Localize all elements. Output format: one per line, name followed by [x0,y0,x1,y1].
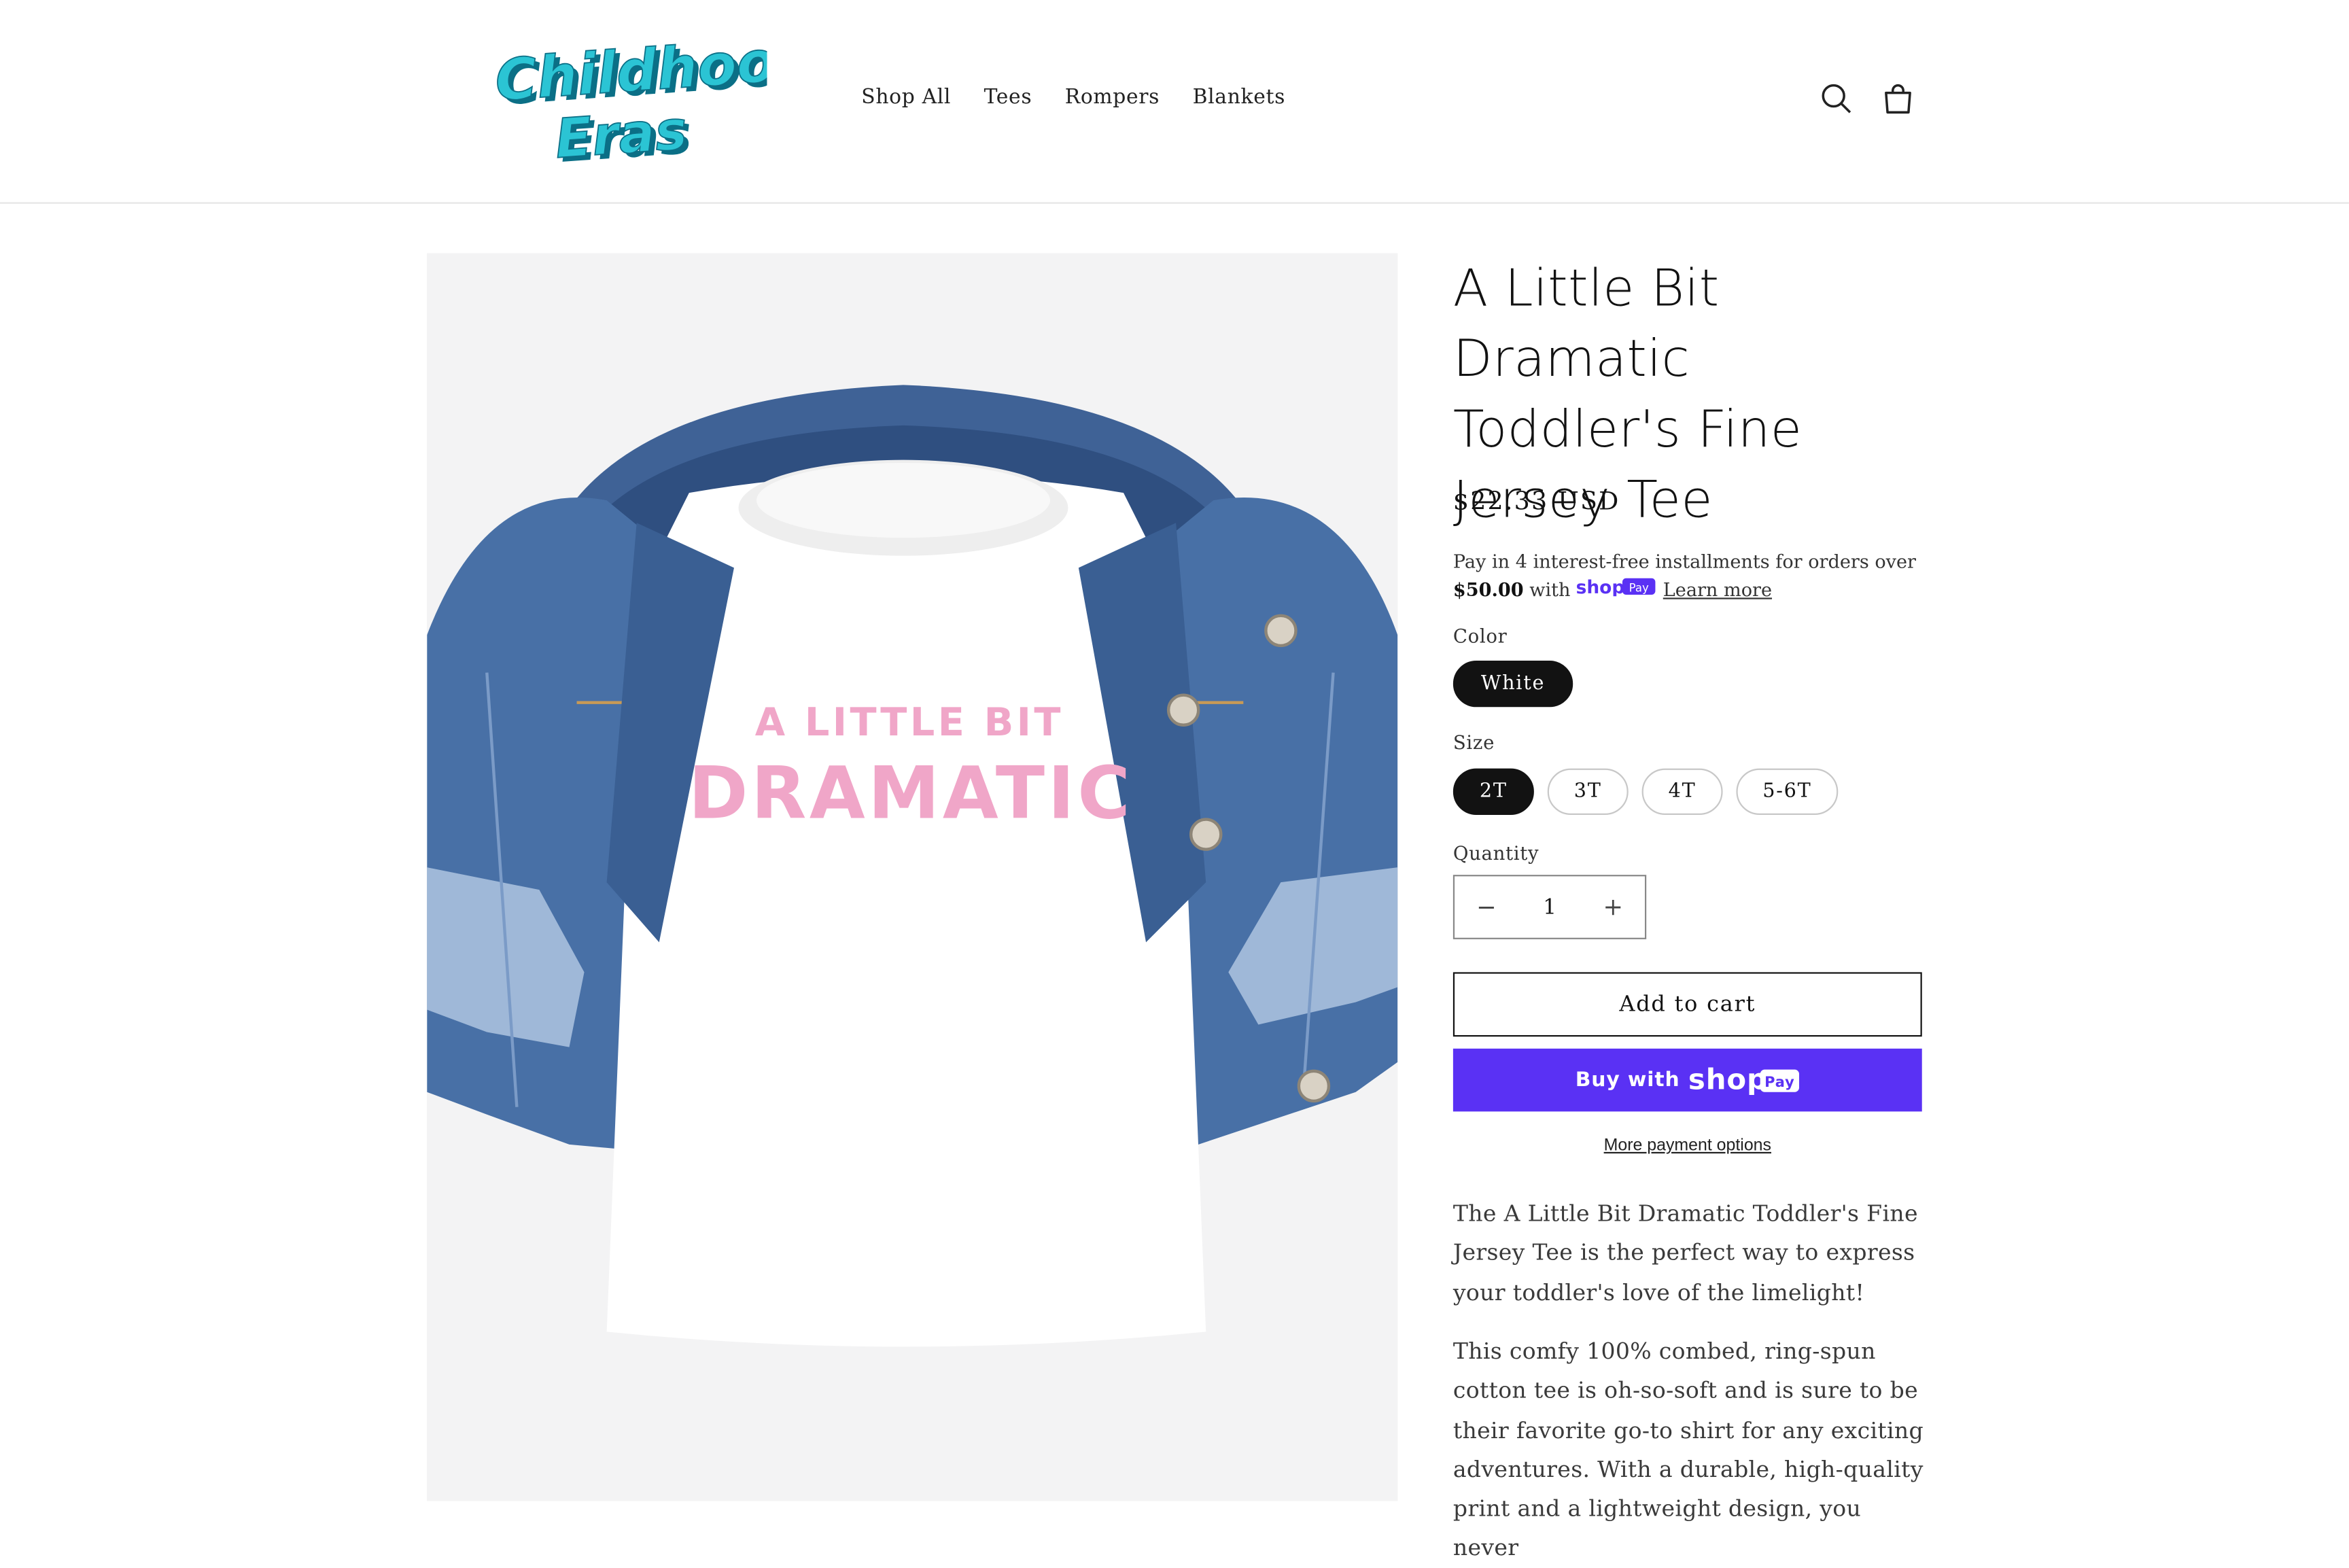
buy-with-shop-pay-button[interactable]: Buy with shop Pay [1452,1048,1922,1112]
installments-text: Pay in 4 interest-free installments for … [1452,551,1916,572]
size-label: Size [1452,731,1495,754]
svg-text:shop: shop [1576,576,1625,595]
logo-graphic: Childhood Childhood Eras Eras [492,24,824,175]
quantity-increase-button[interactable]: + [1582,893,1645,922]
nav-tees[interactable]: Tees [984,86,1032,109]
product-photo: A LITTLE BIT DRAMATIC [427,253,1398,1501]
product-price: $22.33 USD [1452,487,1620,516]
quantity-decrease-button[interactable]: − [1455,893,1518,922]
learn-more-link[interactable]: Learn more [1663,579,1772,600]
nav-rompers[interactable]: Rompers [1065,86,1160,109]
add-to-cart-button[interactable]: Add to cart [1452,972,1922,1037]
size-option-5-6t[interactable]: 5-6T [1736,768,1839,815]
nav-blankets[interactable]: Blankets [1193,86,1285,109]
quantity-stepper: − 1 + [1452,875,1647,939]
product-info: A Little Bit Dramatic Toddler's Fine Jer… [1452,255,1924,1562]
product-image[interactable]: A LITTLE BIT DRAMATIC [427,253,1398,1501]
installments-with: with [1529,578,1571,600]
site-header: Childhood Childhood Eras Eras Shop All T… [0,0,2349,204]
size-option-2t[interactable]: 2T [1452,768,1534,815]
shop-pay-logo: shop Pay [1576,576,1657,604]
search-icon[interactable] [1820,82,1853,115]
cart-icon[interactable] [1881,82,1914,115]
product-description-paragraph-1: The A Little Bit Dramatic Toddler's Fine… [1452,1200,1918,1306]
buy-with-label: Buy with [1575,1068,1680,1092]
quantity-input[interactable]: 1 [1518,895,1581,919]
color-label: Color [1452,625,1508,648]
nav-shop-all[interactable]: Shop All [861,86,951,109]
quantity-label: Quantity [1452,841,1539,865]
main-nav: Shop All Tees Rompers Blankets [861,86,1318,109]
svg-text:Pay: Pay [1629,581,1649,594]
svg-text:shop: shop [1689,1065,1769,1095]
more-payment-options-link[interactable]: More payment options [1453,1137,1922,1155]
tee-print-line1: A LITTLE BIT [755,699,1064,745]
product-description-paragraph-2: This comfy 100% combed, ring-spun cotton… [1452,1338,1924,1562]
shop-pay-installments: Pay in 4 interest-free installments for … [1453,550,1932,604]
page: Childhood Childhood Eras Eras Shop All T… [0,0,2349,1562]
color-option-white[interactable]: White [1452,660,1573,708]
site-logo[interactable]: Childhood Childhood Eras Eras [483,24,824,175]
size-option-3t[interactable]: 3T [1547,768,1629,815]
logo-line2: Eras [553,98,689,170]
size-option-4t[interactable]: 4T [1641,768,1723,815]
installments-amount: $50.00 [1452,577,1524,600]
tee-print-line2: DRAMATIC [689,751,1133,835]
shop-pay-button-logo: shop Pay [1689,1065,1800,1095]
svg-text:Pay: Pay [1765,1074,1796,1090]
